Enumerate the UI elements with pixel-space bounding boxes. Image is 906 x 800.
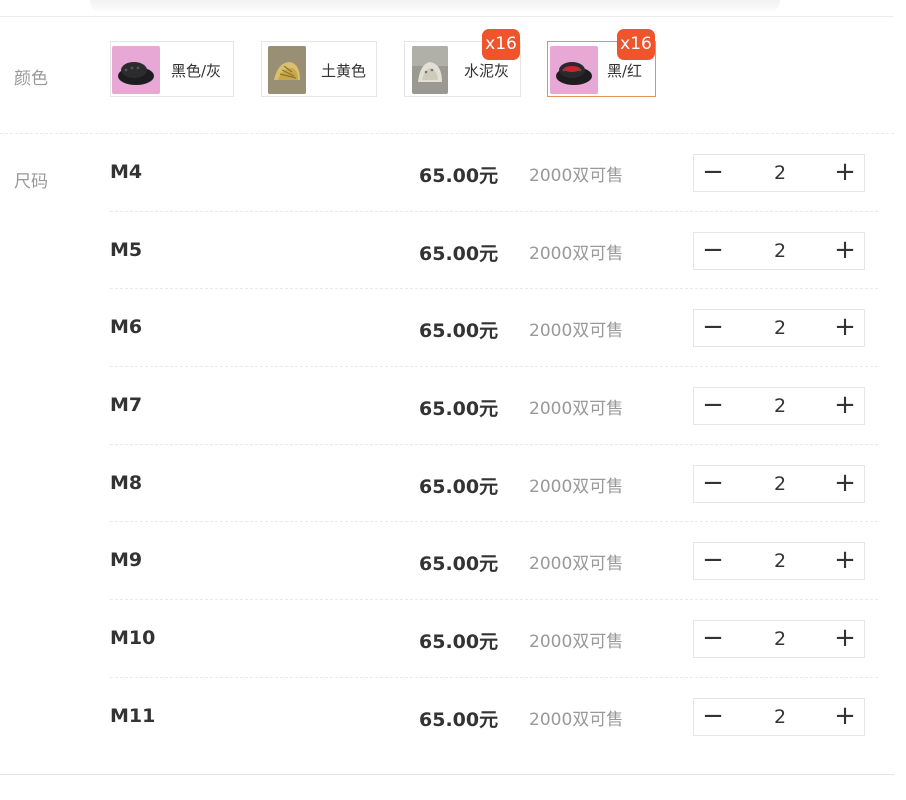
size-name: M7 [110, 394, 143, 417]
minus-icon[interactable]: − [694, 699, 732, 735]
size-row: M6 65.00元 2000双可售 − + [110, 289, 878, 368]
quantity-input[interactable] [734, 232, 826, 269]
size-price: 65.00元 [419, 398, 499, 421]
color-option-label: 黑色/灰 [171, 62, 222, 80]
khaki-shoe-thumbnail [268, 46, 306, 94]
quantity-input[interactable] [734, 543, 826, 580]
size-row: M4 65.00元 2000双可售 − + [110, 134, 878, 212]
quantity-stepper: − + [693, 309, 865, 348]
size-row: M8 65.00元 2000双可售 − + [110, 445, 878, 523]
quantity-input[interactable] [734, 621, 826, 658]
color-option-label: 黑/红 [607, 62, 643, 80]
size-name: M5 [110, 238, 143, 261]
quantity-stepper: − + [693, 464, 865, 503]
quantity-input[interactable] [734, 698, 826, 735]
minus-icon[interactable]: − [694, 388, 732, 424]
stock-available: 2000双可售 [529, 554, 624, 575]
plus-icon[interactable]: + [826, 310, 864, 346]
stock-available: 2000双可售 [529, 399, 624, 420]
black-red-clog-thumbnail [550, 46, 598, 94]
top-divider [0, 16, 894, 17]
size-row: M5 65.00元 2000双可售 − + [110, 212, 878, 290]
minus-icon[interactable]: − [694, 543, 732, 579]
color-option-cement-grey[interactable]: 水泥灰 x16 [404, 29, 521, 97]
minus-icon[interactable]: − [694, 310, 732, 346]
minus-icon[interactable]: − [694, 621, 732, 657]
top-shadow [90, 0, 780, 14]
quantity-stepper: − + [693, 620, 865, 659]
size-name: M8 [110, 471, 143, 494]
quantity-badge: x16 [617, 29, 655, 60]
size-list: M4 65.00元 2000双可售 − + M5 65.00元 2000双可售 … [110, 134, 878, 756]
size-name: M10 [110, 627, 156, 650]
color-option-khaki[interactable]: 土黄色 [261, 41, 377, 97]
minus-icon[interactable]: − [694, 233, 732, 269]
minus-icon[interactable]: − [694, 155, 732, 191]
plus-icon[interactable]: + [826, 388, 864, 424]
quantity-stepper: − + [693, 387, 865, 426]
size-price: 65.00元 [419, 320, 499, 343]
sku-selector: 颜色 黑色/灰 土黄色 水泥灰 x16 黑/红 x16 尺码 M4 65.00元… [0, 0, 906, 800]
minus-icon[interactable]: − [694, 466, 732, 502]
color-option-label: 水泥灰 [464, 62, 510, 80]
plus-icon[interactable]: + [826, 543, 864, 579]
size-price: 65.00元 [419, 165, 499, 187]
quantity-stepper: − + [693, 697, 865, 736]
quantity-stepper: − + [693, 542, 865, 581]
black-clog-thumbnail [112, 46, 160, 94]
size-row: M10 65.00元 2000双可售 − + [110, 600, 878, 678]
size-row: M9 65.00元 2000双可售 − + [110, 522, 878, 601]
size-price: 65.00元 [419, 708, 499, 731]
size-row: M11 65.00元 2000双可售 − + [110, 678, 878, 756]
color-section-label: 颜色 [14, 69, 48, 89]
quantity-input[interactable] [734, 155, 826, 191]
quantity-badge: x16 [482, 29, 520, 60]
plus-icon[interactable]: + [826, 466, 864, 502]
grey-shoe-thumbnail [412, 46, 448, 94]
size-price: 65.00元 [419, 631, 499, 654]
size-row: M7 65.00元 2000双可售 − + [110, 367, 878, 445]
quantity-input[interactable] [734, 465, 826, 502]
stock-available: 2000双可售 [529, 709, 624, 730]
size-price: 65.00元 [419, 553, 499, 576]
color-option-label: 土黄色 [321, 62, 367, 80]
quantity-input[interactable] [734, 388, 826, 425]
stock-available: 2000双可售 [529, 166, 624, 186]
stock-available: 2000双可售 [529, 632, 624, 653]
plus-icon[interactable]: + [826, 621, 864, 657]
stock-available: 2000双可售 [529, 476, 624, 497]
quantity-input[interactable] [734, 310, 826, 347]
size-price: 65.00元 [419, 475, 499, 498]
size-name: M6 [110, 316, 143, 339]
plus-icon[interactable]: + [826, 155, 864, 191]
size-price: 65.00元 [419, 242, 499, 265]
color-option-black-red[interactable]: 黑/红 x16 [547, 29, 656, 97]
bottom-divider [0, 774, 894, 775]
stock-available: 2000双可售 [529, 321, 624, 342]
plus-icon[interactable]: + [826, 699, 864, 735]
size-name: M4 [110, 161, 143, 183]
size-name: M9 [110, 549, 143, 572]
plus-icon[interactable]: + [826, 233, 864, 269]
stock-available: 2000双可售 [529, 243, 624, 264]
color-option-black-grey[interactable]: 黑色/灰 [110, 41, 234, 97]
quantity-stepper: − + [693, 231, 865, 270]
size-section-label: 尺码 [14, 172, 48, 192]
size-name: M11 [110, 704, 156, 727]
quantity-stepper: − + [693, 154, 865, 192]
